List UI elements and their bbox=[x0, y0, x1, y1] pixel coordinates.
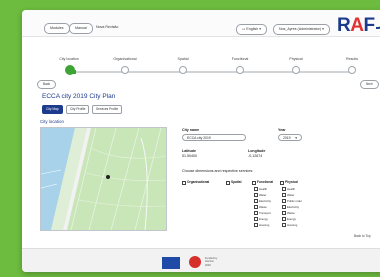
service-label: Health bbox=[287, 187, 296, 191]
dimension-checkbox[interactable] bbox=[252, 181, 256, 185]
app-window: Modules Manual Nova Revisão ▭ English ▾ … bbox=[22, 10, 380, 272]
year-value: 2019 bbox=[283, 136, 291, 140]
step-label: Spatial bbox=[177, 57, 189, 61]
step-label: Functional bbox=[231, 57, 249, 61]
step-dot-5[interactable] bbox=[292, 66, 300, 74]
progress-track bbox=[70, 71, 352, 73]
service-checkbox[interactable] bbox=[282, 193, 286, 197]
tab-city-map[interactable]: City Map bbox=[42, 105, 63, 114]
footer-line: 2020 bbox=[205, 263, 211, 267]
latitude-label: Latitude bbox=[182, 149, 196, 153]
service-label: Public order bbox=[287, 199, 302, 203]
service-checkbox[interactable] bbox=[282, 199, 286, 203]
tab-city-profile[interactable]: City Profile bbox=[66, 105, 90, 114]
service-checkbox[interactable] bbox=[254, 205, 258, 209]
step-dot-6[interactable] bbox=[348, 66, 356, 74]
service-checkbox[interactable] bbox=[254, 193, 258, 197]
city-name-label: City name bbox=[182, 128, 200, 132]
chevron-down-icon: ▾ bbox=[295, 136, 297, 140]
dimension-label: Spatial bbox=[231, 180, 242, 184]
service-checkbox[interactable] bbox=[254, 211, 258, 215]
service-checkbox[interactable] bbox=[282, 217, 286, 221]
city-name-field[interactable]: ECCA city 2019 bbox=[182, 134, 246, 141]
service-checkbox[interactable] bbox=[254, 199, 258, 203]
flag-icon: ▭ bbox=[242, 27, 246, 31]
step-label: Results bbox=[346, 57, 358, 61]
language-label: English bbox=[246, 27, 259, 31]
service-checkbox[interactable] bbox=[282, 211, 286, 215]
step-label: Physical bbox=[289, 57, 303, 61]
map-canvas bbox=[41, 128, 166, 230]
step-dot-3[interactable] bbox=[179, 66, 187, 74]
back-button[interactable]: Back bbox=[37, 80, 57, 89]
step-label: City location bbox=[59, 57, 79, 61]
partner-logo-icon bbox=[189, 256, 201, 268]
step-dot-2[interactable] bbox=[121, 66, 129, 74]
service-label: Energy bbox=[259, 217, 268, 221]
user-label: Nos_Ayres (Administrator) bbox=[279, 27, 322, 31]
dimension-label: Physical bbox=[285, 180, 298, 184]
longitude-value: -0.12674 bbox=[248, 154, 263, 158]
year-label: Year bbox=[278, 128, 286, 132]
tab-services-profile[interactable]: Services Profile bbox=[92, 105, 123, 114]
eu-flag-icon bbox=[162, 257, 180, 269]
service-checkbox[interactable] bbox=[282, 187, 286, 191]
services-heading: Choose dimensions and respective service… bbox=[182, 169, 254, 173]
year-select[interactable]: 2019 ▾ bbox=[278, 134, 302, 141]
service-checkbox[interactable] bbox=[254, 187, 258, 191]
manual-button[interactable]: Manual bbox=[69, 23, 93, 34]
language-select[interactable]: ▭ English ▾ bbox=[236, 24, 268, 35]
service-checkbox[interactable] bbox=[282, 205, 286, 209]
longitude-label: Longitude bbox=[248, 149, 266, 153]
service-label: Water bbox=[259, 193, 267, 197]
page-title: ECCA city 2019 City Plan bbox=[42, 93, 116, 100]
project-title: Nova Revisão bbox=[96, 25, 119, 29]
service-checkbox[interactable] bbox=[254, 223, 258, 227]
footer bbox=[22, 248, 380, 272]
step-label: Organisational bbox=[113, 57, 137, 61]
service-label: Waste bbox=[287, 211, 295, 215]
service-label: Water bbox=[287, 193, 295, 197]
raf-logo: RAF bbox=[337, 15, 380, 37]
chevron-down-icon: ▾ bbox=[259, 27, 262, 31]
latitude-value: 51.50400 bbox=[182, 154, 197, 158]
back-to-top-link[interactable]: Back to Top bbox=[354, 234, 371, 238]
top-bar: Modules Manual Nova Revisão ▭ English ▾ … bbox=[22, 10, 380, 37]
service-checkbox[interactable] bbox=[254, 217, 258, 221]
service-label: Electricity bbox=[259, 199, 271, 203]
chevron-down-icon: ▾ bbox=[322, 27, 324, 31]
modules-button[interactable]: Modules bbox=[44, 23, 70, 34]
service-label: Housing bbox=[259, 223, 270, 227]
service-label: Transport bbox=[259, 211, 271, 215]
city-map[interactable] bbox=[40, 127, 167, 231]
service-checkbox[interactable] bbox=[282, 223, 286, 227]
section-title: City location bbox=[40, 119, 64, 124]
dimension-checkbox[interactable] bbox=[226, 181, 230, 185]
next-button[interactable]: Next bbox=[360, 80, 379, 89]
service-label: Health bbox=[259, 187, 268, 191]
footer-text: Funded by Horizon 2020 bbox=[205, 257, 217, 267]
user-menu[interactable]: Nos_Ayres (Administrator) ▾ bbox=[273, 24, 330, 35]
service-label: Energy bbox=[287, 217, 296, 221]
service-label: Waste bbox=[259, 205, 267, 209]
service-label: Electricity bbox=[287, 205, 299, 209]
step-dot-4[interactable] bbox=[236, 66, 244, 74]
dimension-label: Functional bbox=[257, 180, 274, 184]
dimension-checkbox[interactable] bbox=[280, 181, 284, 185]
dimension-checkbox[interactable] bbox=[182, 181, 186, 185]
service-label: Housing bbox=[287, 223, 298, 227]
location-marker-icon[interactable] bbox=[106, 175, 110, 179]
step-dot-1[interactable] bbox=[65, 65, 75, 75]
dimension-label: Organisational bbox=[187, 180, 210, 184]
